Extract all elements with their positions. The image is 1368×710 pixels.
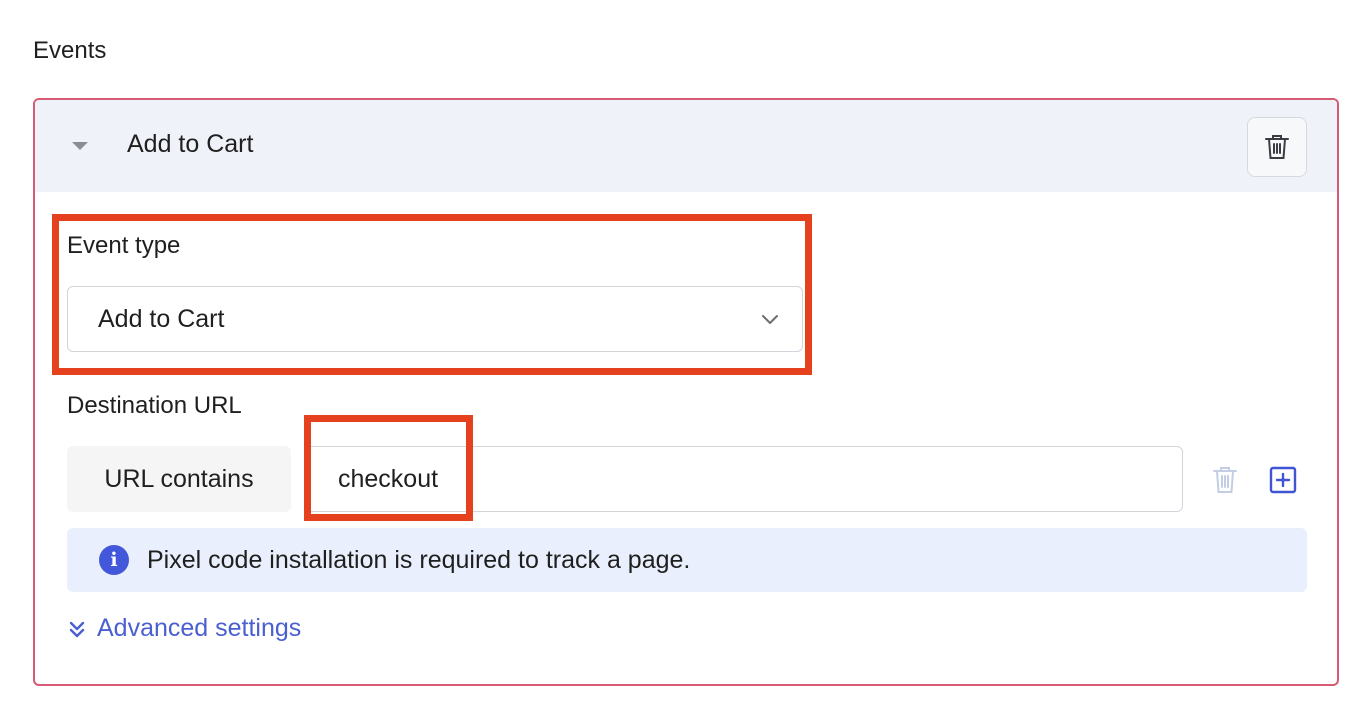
info-text: Pixel code installation is required to t… [147,546,691,574]
event-type-value: Add to Cart [98,305,225,333]
chevron-down-icon [762,315,778,324]
delete-url-button[interactable] [1209,464,1241,496]
advanced-settings-label: Advanced settings [97,614,302,642]
event-title: Add to Cart [127,130,254,158]
destination-url-label: Destination URL [67,392,242,419]
info-icon: i [99,545,129,575]
advanced-settings-link[interactable]: Advanced settings [67,614,301,643]
info-banner: i Pixel code installation is required to… [67,528,1307,592]
add-url-button[interactable] [1267,464,1299,496]
caret-down-icon[interactable] [72,142,88,150]
url-value-input[interactable] [305,446,1183,512]
delete-event-button[interactable] [1247,117,1307,177]
plus-square-icon [1269,466,1297,494]
trash-icon [1265,135,1289,159]
event-type-select[interactable]: Add to Cart [67,286,803,352]
event-card: Add to Cart Event type Add to Cart Desti… [33,98,1339,686]
event-type-label: Event type [67,232,181,259]
url-match-type[interactable]: URL contains [67,446,291,512]
trash-icon [1213,467,1237,493]
section-title: Events [33,37,107,64]
event-card-header[interactable]: Add to Cart [35,100,1337,192]
double-chevron-down-icon [67,619,87,639]
